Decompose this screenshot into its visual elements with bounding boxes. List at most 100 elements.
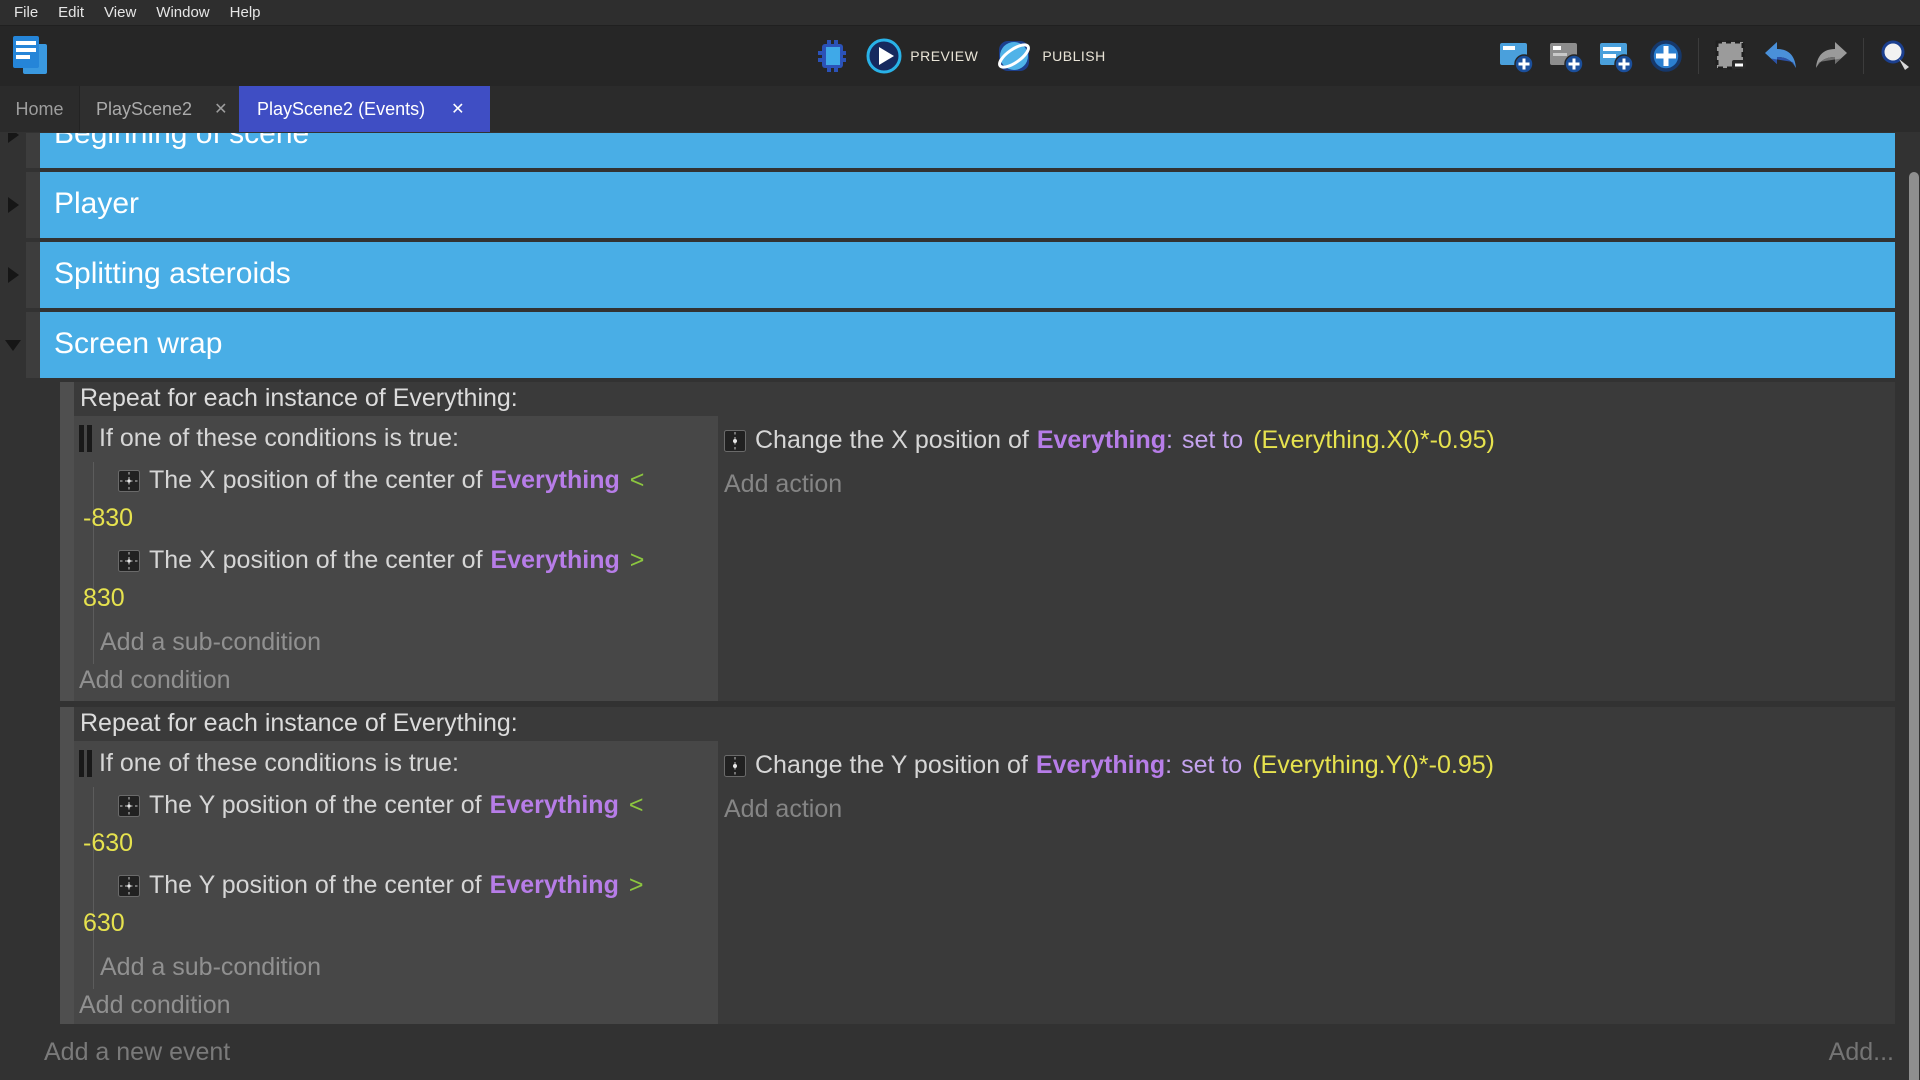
preview-label: PREVIEW: [910, 48, 978, 64]
condition-value: 830: [83, 584, 125, 613]
close-icon[interactable]: ✕: [214, 99, 227, 119]
event-group-splitting-asteroids[interactable]: Splitting asteroids: [0, 242, 1895, 308]
condition-row[interactable]: The Y position of the center of Everythi…: [118, 871, 643, 900]
or-icon: [79, 750, 92, 777]
operator: >: [629, 871, 644, 900]
drag-handle[interactable]: [26, 133, 40, 168]
condition-value-row[interactable]: -830: [83, 504, 133, 533]
action-row[interactable]: Change the Y position of Everything : se…: [724, 751, 1494, 780]
choose-event-button[interactable]: [1648, 38, 1684, 74]
tab-playscene2-events[interactable]: PlayScene2 (Events) ✕: [239, 86, 490, 132]
condition-row[interactable]: The X position of the center of Everythi…: [118, 466, 644, 495]
or-condition-row[interactable]: If one of these conditions is true:: [79, 424, 459, 453]
menu-item-file[interactable]: File: [4, 4, 48, 21]
x-position-icon: [118, 550, 140, 572]
operator: <: [630, 466, 645, 495]
menu-item-window[interactable]: Window: [146, 4, 219, 21]
condition-value-row[interactable]: 630: [83, 909, 125, 938]
close-icon[interactable]: ✕: [451, 99, 464, 119]
or-icon: [79, 425, 92, 452]
event-group-player[interactable]: Player: [0, 172, 1895, 238]
object-name: Everything: [490, 791, 619, 820]
object-name: Everything: [490, 871, 619, 900]
condition-text: The X position of the center of: [149, 546, 483, 575]
group-title[interactable]: Player: [40, 172, 1895, 238]
event-group-beginning-of-scene[interactable]: Beginning of scene: [0, 133, 1895, 168]
repeat-event-header[interactable]: Repeat for each instance of Everything:: [80, 709, 518, 738]
drag-handle[interactable]: [26, 242, 40, 308]
tab-home[interactable]: Home: [0, 86, 80, 132]
group-title[interactable]: Beginning of scene: [40, 133, 1895, 168]
drag-handle[interactable]: [60, 707, 74, 1024]
play-icon: [866, 38, 902, 74]
operator: <: [629, 791, 644, 820]
redo-button[interactable]: [1813, 38, 1849, 74]
publish-globe-icon: [994, 36, 1034, 76]
menu-item-edit[interactable]: Edit: [48, 4, 94, 21]
object-name: Everything: [1037, 426, 1166, 455]
add-subevent-button[interactable]: [1548, 38, 1584, 74]
gdevelop-window: File Edit View Window Help: [0, 0, 1920, 1080]
or-condition-label: If one of these conditions is true:: [99, 749, 459, 778]
repeat-event-header[interactable]: Repeat for each instance of Everything:: [80, 384, 518, 413]
add-action-link[interactable]: Add action: [724, 470, 842, 499]
debugger-icon[interactable]: [814, 38, 850, 74]
event-repeat-y[interactable]: Repeat for each instance of Everything: …: [60, 707, 1895, 1024]
drag-handle[interactable]: [60, 382, 74, 701]
condition-value-row[interactable]: 830: [83, 584, 125, 613]
action-row[interactable]: Change the X position of Everything : se…: [724, 426, 1495, 455]
x-position-icon: [724, 430, 746, 452]
add-condition-link[interactable]: Add condition: [79, 991, 231, 1020]
drag-handle[interactable]: [26, 312, 40, 378]
object-name: Everything: [1036, 751, 1165, 780]
remove-selection-button[interactable]: [1713, 38, 1749, 74]
undo-button[interactable]: [1763, 38, 1799, 74]
preview-button[interactable]: PREVIEW: [866, 38, 978, 74]
event-group-beginning-of-scene-clip: Beginning of scene: [0, 133, 1895, 168]
group-title[interactable]: Splitting asteroids: [40, 242, 1895, 308]
conditions-panel: If one of these conditions is true: The …: [74, 416, 718, 701]
condition-value-row[interactable]: -630: [83, 829, 133, 858]
condition-value: 630: [83, 909, 125, 938]
add-comment-button[interactable]: [1598, 38, 1634, 74]
tab-playscene2[interactable]: PlayScene2 ✕: [80, 86, 239, 132]
publish-button[interactable]: PUBLISH: [994, 36, 1105, 76]
vertical-scrollbar[interactable]: [1909, 172, 1919, 1080]
condition-text: The Y position of the center of: [149, 791, 482, 820]
add-condition-link[interactable]: Add condition: [79, 666, 231, 695]
add-action-link[interactable]: Add action: [724, 795, 842, 824]
conditions-panel: If one of these conditions is true: The …: [74, 741, 718, 1024]
action-text: Change the X position of: [755, 426, 1029, 455]
main-toolbar: PREVIEW PUBLISH: [0, 26, 1920, 86]
collapse-arrow-icon[interactable]: [8, 133, 19, 143]
add-event-button[interactable]: [1498, 38, 1534, 74]
y-position-icon: [724, 755, 746, 777]
publish-label: PUBLISH: [1042, 48, 1105, 64]
action-separator: :: [1165, 751, 1172, 780]
add-subcondition-link[interactable]: Add a sub-condition: [100, 628, 321, 657]
collapse-arrow-icon[interactable]: [8, 197, 19, 213]
add-new-event-link[interactable]: Add a new event: [44, 1038, 230, 1067]
event-repeat-x[interactable]: Repeat for each instance of Everything: …: [60, 382, 1895, 701]
drag-handle[interactable]: [26, 172, 40, 238]
indent-guide: [93, 787, 94, 989]
object-name: Everything: [491, 466, 620, 495]
collapse-arrow-icon[interactable]: [8, 267, 19, 283]
event-group-screen-wrap[interactable]: Screen wrap: [0, 312, 1895, 378]
menu-item-help[interactable]: Help: [220, 4, 271, 21]
or-condition-label: If one of these conditions is true:: [99, 424, 459, 453]
menu-item-view[interactable]: View: [94, 4, 146, 21]
expand-arrow-icon[interactable]: [5, 340, 21, 351]
or-condition-row[interactable]: If one of these conditions is true:: [79, 749, 459, 778]
menu-bar: File Edit View Window Help: [0, 0, 1920, 26]
action-expression: (Everything.X()*-0.95): [1253, 426, 1495, 455]
condition-row[interactable]: The X position of the center of Everythi…: [118, 546, 644, 575]
add-button[interactable]: Add...: [1829, 1038, 1894, 1067]
y-position-icon: [118, 795, 140, 817]
events-sheet: Beginning of scene Player Splitting aste…: [0, 132, 1920, 1080]
group-title[interactable]: Screen wrap: [40, 312, 1895, 378]
condition-row[interactable]: The Y position of the center of Everythi…: [118, 791, 643, 820]
action-expression: (Everything.Y()*-0.95): [1252, 751, 1494, 780]
search-button[interactable]: [1878, 38, 1914, 74]
add-subcondition-link[interactable]: Add a sub-condition: [100, 953, 321, 982]
